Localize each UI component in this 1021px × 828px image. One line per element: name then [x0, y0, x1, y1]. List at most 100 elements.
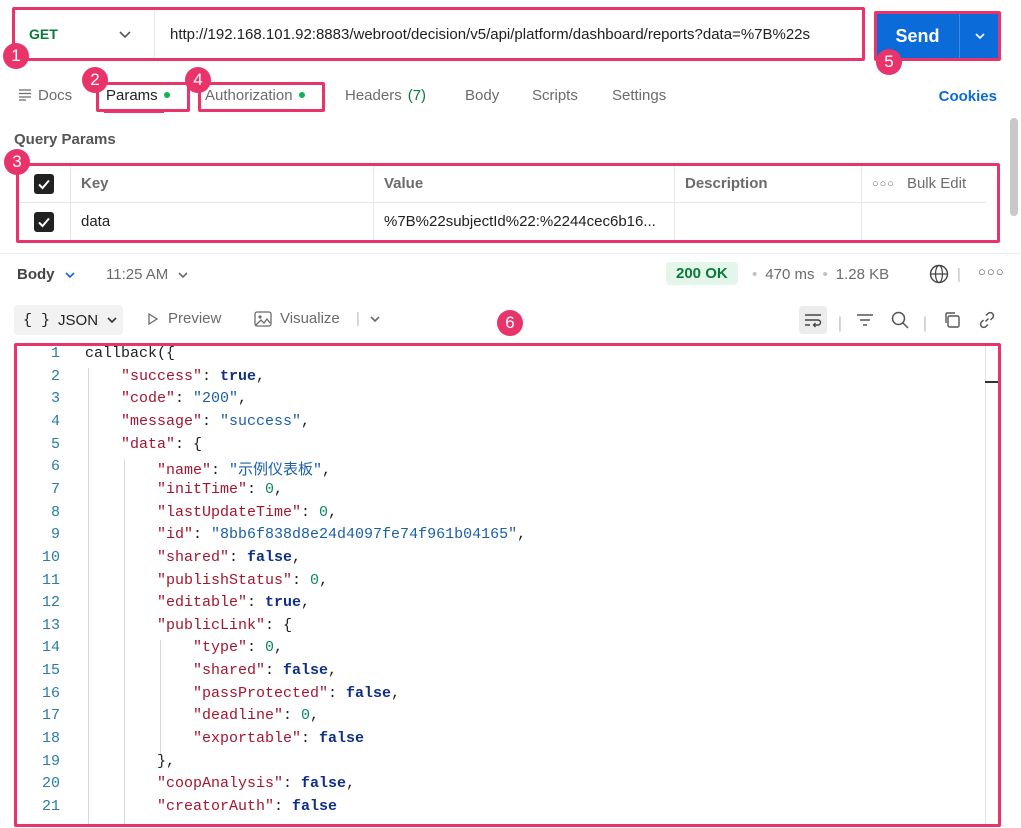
headers-count: (7) [407, 86, 427, 104]
tab-params[interactable]: Params [106, 84, 170, 106]
panel-scrollbar[interactable] [1010, 118, 1018, 216]
code-line: 9 "id": "8bb6f838d8e24d4097fe74f961b04165… [15, 526, 526, 548]
param-key-input[interactable]: data [71, 203, 374, 240]
response-duration[interactable]: 470 ms [765, 266, 814, 283]
code-token: callback({ [85, 345, 176, 362]
network-info-button[interactable]: | [929, 264, 961, 284]
visualize-button[interactable]: Visualize [254, 310, 340, 327]
response-metrics: • 470 ms • 1.28 KB [752, 266, 889, 283]
code-token: : [247, 639, 266, 657]
code-text: "name": "示例仪表板", [157, 458, 331, 479]
separator-dot: • [822, 266, 828, 283]
code-token: : [247, 480, 266, 498]
format-label: JSON [58, 311, 99, 329]
code-token: false [301, 775, 347, 793]
link-button[interactable] [973, 306, 1001, 334]
code-line: 2 "success": true, [15, 368, 265, 390]
braces-icon: { } [23, 311, 51, 329]
response-section-select[interactable]: Body [17, 266, 77, 283]
code-token: : [301, 503, 320, 521]
code-text: "id": "8bb6f838d8e24d4097fe74f961b04165"… [157, 526, 526, 543]
tab-scripts[interactable]: Scripts [532, 84, 578, 106]
separator: | [957, 265, 961, 283]
tab-settings-label: Settings [612, 86, 667, 104]
code-text: "shared": false, [193, 662, 337, 679]
code-text: "code": "200", [121, 390, 247, 407]
separator: | [922, 315, 928, 332]
code-token: false [283, 662, 329, 680]
code-token: "editable" [157, 594, 248, 612]
code-line: 7 "initTime": 0, [15, 481, 283, 503]
code-line: 18 "exportable": false [15, 730, 364, 752]
code-token: "initTime" [157, 480, 248, 498]
tab-body[interactable]: Body [465, 84, 499, 106]
code-token: true [220, 367, 257, 385]
line-number: 11 [41, 571, 60, 589]
chevron-down-icon [178, 271, 188, 278]
checkbox-checked-icon[interactable] [34, 211, 54, 232]
bulk-edit-button[interactable]: Bulk Edit [907, 175, 966, 192]
line-number: 8 [50, 503, 60, 521]
send-dropdown-button[interactable] [960, 12, 1000, 60]
code-token: 0 [301, 707, 311, 725]
code-text: "shared": false, [157, 549, 301, 566]
code-scroll-track [985, 344, 986, 826]
code-token: "message" [121, 412, 203, 430]
copy-icon [945, 312, 960, 328]
param-description-input[interactable] [675, 203, 862, 240]
line-number: 12 [41, 594, 60, 612]
visualize-dropdown[interactable]: | [356, 310, 382, 327]
code-token: "creatorAuth" [157, 798, 275, 815]
more-options-icon[interactable]: ○○○ [978, 264, 1005, 279]
code-token: false [319, 730, 365, 748]
tab-docs[interactable]: Docs [18, 84, 72, 106]
code-text: "type": 0, [193, 639, 283, 656]
line-number: 13 [41, 616, 60, 634]
row-checkbox-cell[interactable] [18, 203, 71, 240]
tab-authorization[interactable]: Authorization [205, 84, 305, 106]
line-number: 17 [41, 707, 60, 725]
filter-button[interactable] [851, 306, 879, 334]
query-params-title: Query Params [14, 131, 116, 148]
tab-body-label: Body [465, 86, 500, 104]
code-text: "message": "success", [121, 413, 310, 430]
more-options-icon[interactable]: ○○○ [872, 178, 895, 190]
status-badge[interactable]: 200 OK [666, 262, 738, 285]
search-button[interactable] [886, 306, 914, 334]
annotation-badge: 1 [3, 43, 29, 69]
link-icon [979, 311, 995, 329]
code-line: 11 "publishStatus": 0, [15, 571, 328, 594]
response-size[interactable]: 1.28 KB [836, 266, 889, 283]
code-token: "200" [193, 390, 239, 408]
checkbox-checked-icon[interactable] [34, 173, 54, 194]
method-select[interactable]: GET [13, 8, 155, 60]
code-token: "code" [121, 390, 176, 408]
response-body-viewer[interactable]: 1 callback({2 "success": true, 3 "code": "20… [15, 344, 1001, 826]
code-text: callback({ [85, 345, 175, 362]
filter-icon [857, 314, 873, 326]
code-text: "initTime": 0, [157, 481, 283, 498]
code-text: "coopAnalysis": false, [157, 775, 355, 792]
preview-button[interactable]: Preview [146, 310, 221, 327]
tab-headers[interactable]: Headers (7) [345, 84, 426, 106]
copy-button[interactable] [938, 306, 966, 334]
bulk-edit-cell: ○○○ Bulk Edit [862, 165, 986, 202]
cookies-link[interactable]: Cookies [939, 88, 997, 105]
code-line: 4 "message": "success", [15, 413, 310, 435]
code-text: "publishStatus": 0, [157, 572, 328, 589]
url-input[interactable]: http://192.168.101.92:8883/webroot/decis… [155, 26, 864, 43]
annotation-badge: 5 [876, 49, 902, 75]
history-time-select[interactable]: 11:25 AM [106, 266, 190, 283]
line-number: 1 [50, 345, 60, 362]
format-select[interactable]: { } JSON [14, 305, 123, 335]
wrap-lines-button[interactable] [799, 306, 827, 334]
preview-label: Preview [168, 310, 222, 327]
code-token: , [301, 594, 311, 612]
tab-params-label: Params [106, 86, 158, 104]
code-token: : { [265, 616, 293, 634]
param-value-input[interactable]: %7B%22subjectId%22:%2244cec6b16... [374, 203, 675, 240]
chevron-down-icon [64, 271, 75, 278]
tab-settings[interactable]: Settings [612, 84, 666, 106]
code-line: 17 "deadline": 0, [15, 707, 319, 729]
annotation-badge: 4 [185, 67, 211, 93]
